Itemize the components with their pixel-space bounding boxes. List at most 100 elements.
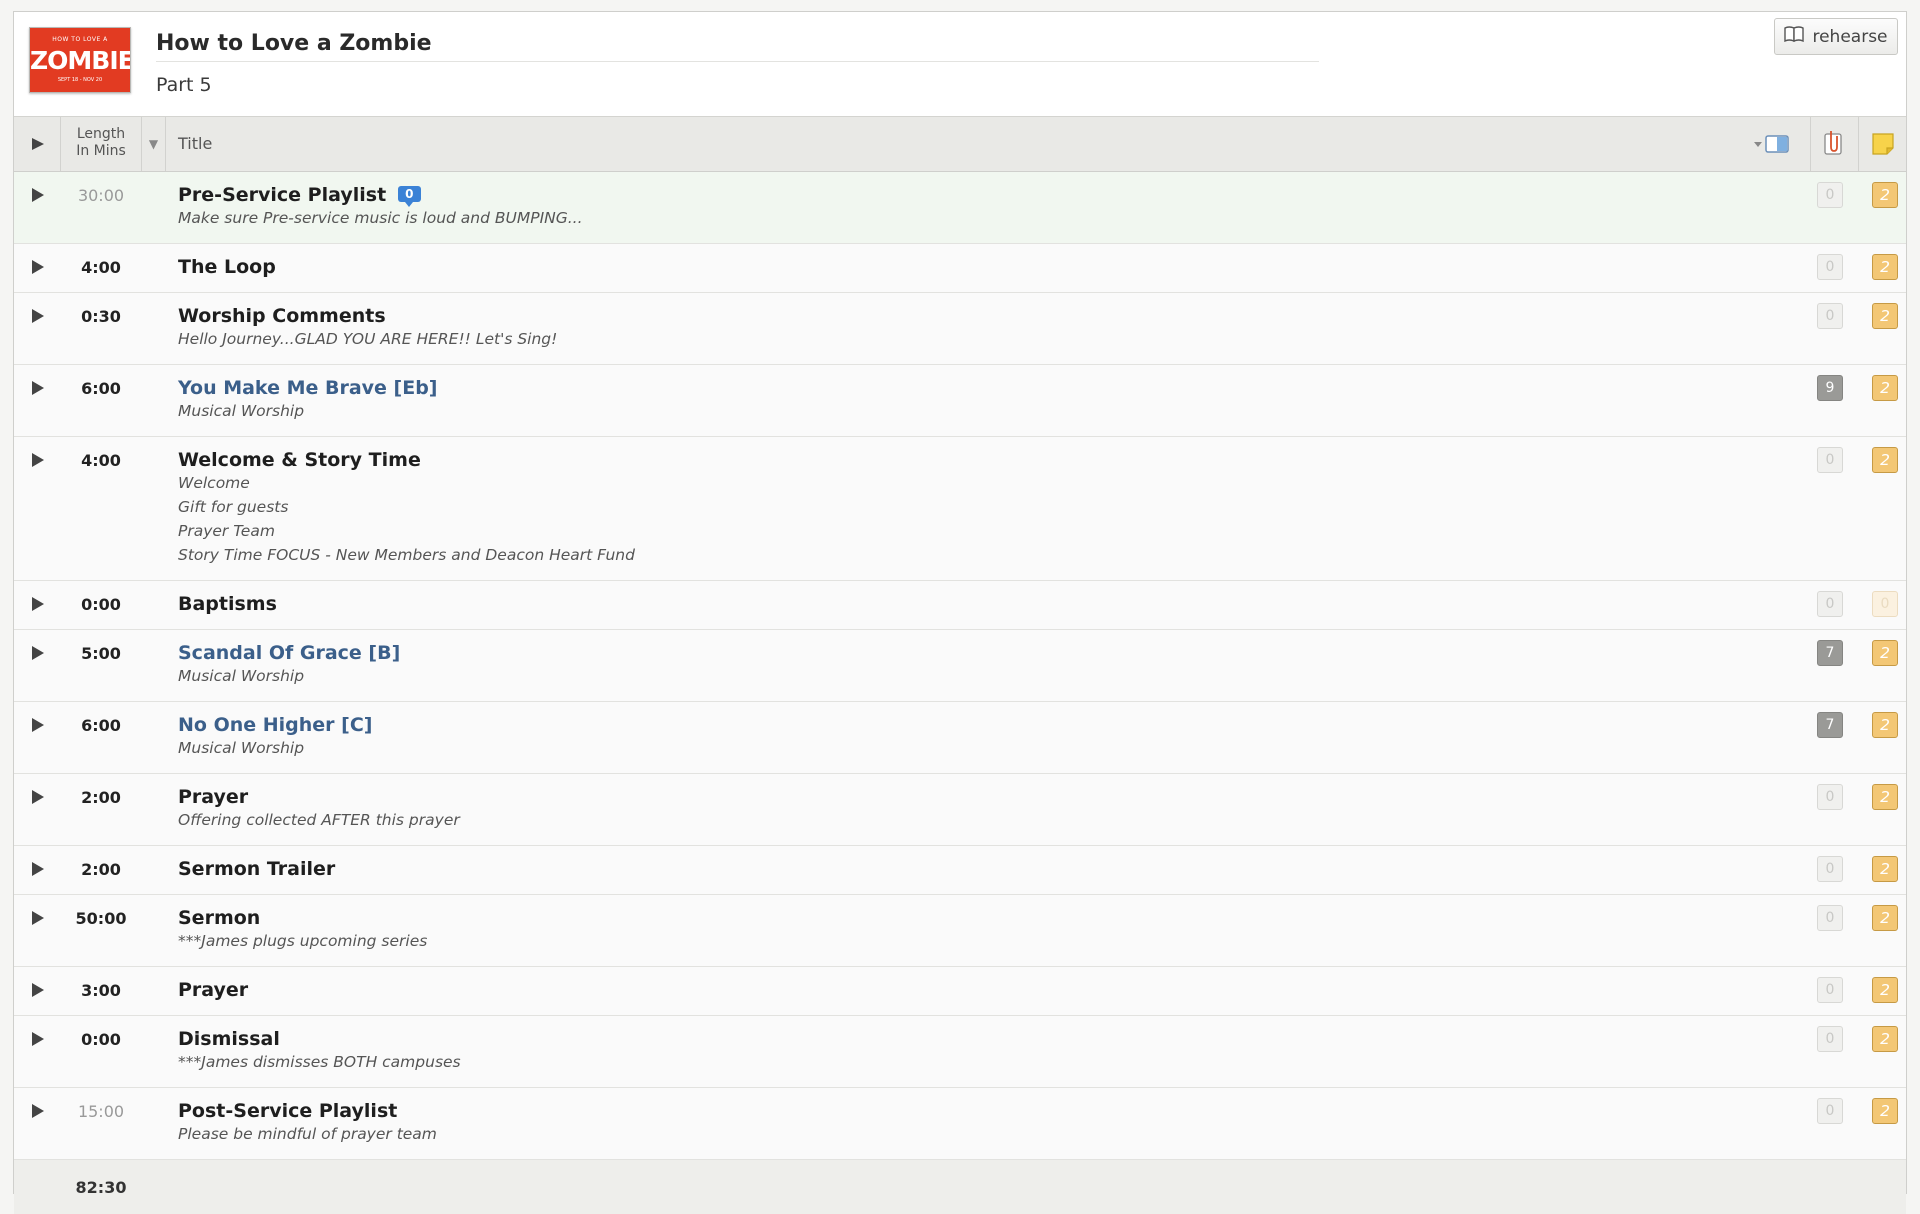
expand-triangle-icon[interactable] [32,862,44,876]
plan-item-row[interactable]: 2:00 Sermon Trailer 0 2 [14,846,1906,895]
notes-column-header[interactable] [1858,117,1906,171]
attachments-count-badge[interactable]: 7 [1817,712,1843,738]
item-title: Prayer [178,979,249,1001]
attachments-count-badge[interactable]: 7 [1817,640,1843,666]
item-length: 0:00 [81,1030,121,1049]
item-title: Welcome & Story Time [178,449,421,471]
item-note: Gift for guests [178,498,289,516]
expand-triangle-icon[interactable] [32,1032,44,1046]
plan-item-row[interactable]: 3:00 Prayer 0 2 [14,967,1906,1016]
item-body: Pre-Service Playlist 0 Make sure Pre-servi… [178,184,1756,230]
attachments-count-badge[interactable]: 0 [1817,182,1843,208]
expand-triangle-icon[interactable] [32,718,44,732]
song-title-link[interactable]: No One Higher [C] [178,714,372,736]
plan-item-row[interactable]: 0:30 Worship Comments Hello Journey...GLAD… [14,293,1906,365]
notes-count-badge[interactable]: 2 [1872,1098,1898,1124]
notes-count-badge[interactable]: 2 [1872,303,1898,329]
expand-triangle-icon[interactable] [32,646,44,660]
column-picker[interactable] [1750,117,1800,171]
notes-count-badge[interactable]: 0 [1872,591,1898,617]
expand-triangle-icon[interactable] [32,260,44,274]
attachments-count-badge[interactable]: 0 [1817,1098,1843,1124]
plan-title: How to Love a Zombie [156,26,1319,62]
play-icon [32,138,44,150]
notes-count-badge[interactable]: 2 [1872,712,1898,738]
item-title: The Loop [178,256,276,278]
plan-item-row[interactable]: 6:00 You Make Me Brave [Eb] Musical Worshi… [14,365,1906,437]
item-length: 0:30 [81,307,121,326]
attachments-count-badge[interactable]: 9 [1817,375,1843,401]
plan-items-list: 30:00 Pre-Service Playlist 0 Make sure Pre-… [14,172,1906,1160]
expand-triangle-icon[interactable] [32,597,44,611]
plan-item-row[interactable]: 4:00 Welcome & Story Time Welcome Gift for … [14,437,1906,581]
play-all-button[interactable] [14,117,61,171]
attachments-count-badge[interactable]: 0 [1817,447,1843,473]
attachments-count-badge[interactable]: 0 [1817,977,1843,1003]
song-title-link[interactable]: Scandal Of Grace [B] [178,642,400,664]
length-column-header[interactable]: Length In Mins [61,117,141,171]
attachments-count-badge[interactable]: 0 [1817,303,1843,329]
item-note: Make sure Pre-service music is loud and … [178,209,583,227]
item-body: Sermon ***James plugs upcoming series [178,907,1756,953]
song-title-link[interactable]: You Make Me Brave [Eb] [178,377,437,399]
item-length: 6:00 [81,716,121,735]
expand-triangle-icon[interactable] [32,911,44,925]
expand-triangle-icon[interactable] [32,1104,44,1118]
expand-triangle-icon[interactable] [32,309,44,323]
attachments-column-header[interactable] [1810,117,1858,171]
plan-item-row[interactable]: 15:00 Post-Service Playlist Please be mind… [14,1088,1906,1160]
plan-window: HOW TO LOVE A ZOMBIE SEPT 18 - NOV 20 Ho… [13,11,1907,1214]
rehearse-button[interactable]: rehearse [1774,18,1898,55]
item-title: Worship Comments [178,305,386,327]
attachments-count-badge[interactable]: 0 [1817,1026,1843,1052]
item-body: Prayer [178,979,1756,1001]
item-length: 15:00 [77,1102,125,1121]
notes-count-badge[interactable]: 2 [1872,447,1898,473]
item-body: The Loop [178,256,1756,278]
expand-triangle-icon[interactable] [32,188,44,202]
item-body: Welcome & Story Time Welcome Gift for gues… [178,449,1756,567]
attachments-count-badge[interactable]: 0 [1817,254,1843,280]
attachments-count-badge[interactable]: 0 [1817,856,1843,882]
expand-triangle-icon[interactable] [32,983,44,997]
item-note: Musical Worship [178,739,305,757]
plan-item-row[interactable]: 0:00 Baptisms 0 0 [14,581,1906,630]
item-length: 50:00 [75,909,127,928]
notes-count-badge[interactable]: 2 [1872,375,1898,401]
comment-bubble-icon[interactable]: 0 [398,186,421,207]
plan-item-row[interactable]: 0:00 Dismissal ***James dismisses BOTH cam… [14,1016,1906,1088]
notes-count-badge[interactable]: 2 [1872,977,1898,1003]
expand-triangle-icon[interactable] [32,381,44,395]
notes-count-badge[interactable]: 2 [1872,856,1898,882]
item-note: ***James dismisses BOTH campuses [178,1053,461,1071]
item-body: Prayer Offering collected AFTER this pray… [178,786,1756,832]
notes-count-badge[interactable]: 2 [1872,905,1898,931]
plan-item-row[interactable]: 6:00 No One Higher [C] Musical Worship 7 2 [14,702,1906,774]
expand-triangle-icon[interactable] [32,790,44,804]
plan-item-row[interactable]: 2:00 Prayer Offering collected AFTER this … [14,774,1906,846]
notes-count-badge[interactable]: 2 [1872,640,1898,666]
attachment-icon [1824,131,1842,155]
length-header-line1: Length [76,126,126,142]
item-body: No One Higher [C] Musical Worship [178,714,1756,760]
attachments-count-badge[interactable]: 0 [1817,591,1843,617]
expand-triangle-icon[interactable] [32,453,44,467]
plan-item-row[interactable]: 5:00 Scandal Of Grace [B] Musical Worship 7… [14,630,1906,702]
artwork-line3: SEPT 18 - NOV 20 [57,77,103,83]
plan-item-row[interactable]: 50:00 Sermon ***James plugs upcoming serie… [14,895,1906,967]
item-title: Sermon Trailer [178,858,336,880]
item-note: Story Time FOCUS - New Members and Deaco… [178,546,635,564]
notes-count-badge[interactable]: 2 [1872,254,1898,280]
notes-count-badge[interactable]: 2 [1872,784,1898,810]
item-title: Baptisms [178,593,277,615]
attachments-count-badge[interactable]: 0 [1817,784,1843,810]
notes-count-badge[interactable]: 2 [1872,1026,1898,1052]
attachments-count-badge[interactable]: 0 [1817,905,1843,931]
plan-item-row[interactable]: 30:00 Pre-Service Playlist 0 Make sure Pre-… [14,172,1906,244]
title-column-header[interactable]: Title [178,117,212,171]
notes-count-badge[interactable]: 2 [1872,182,1898,208]
plan-item-row[interactable]: 4:00 The Loop 0 2 [14,244,1906,293]
item-body: Worship Comments Hello Journey...GLAD YOU… [178,305,1756,351]
length-sort-dropdown[interactable]: ▼ [141,117,166,171]
chevron-down-icon: ▼ [148,137,159,151]
